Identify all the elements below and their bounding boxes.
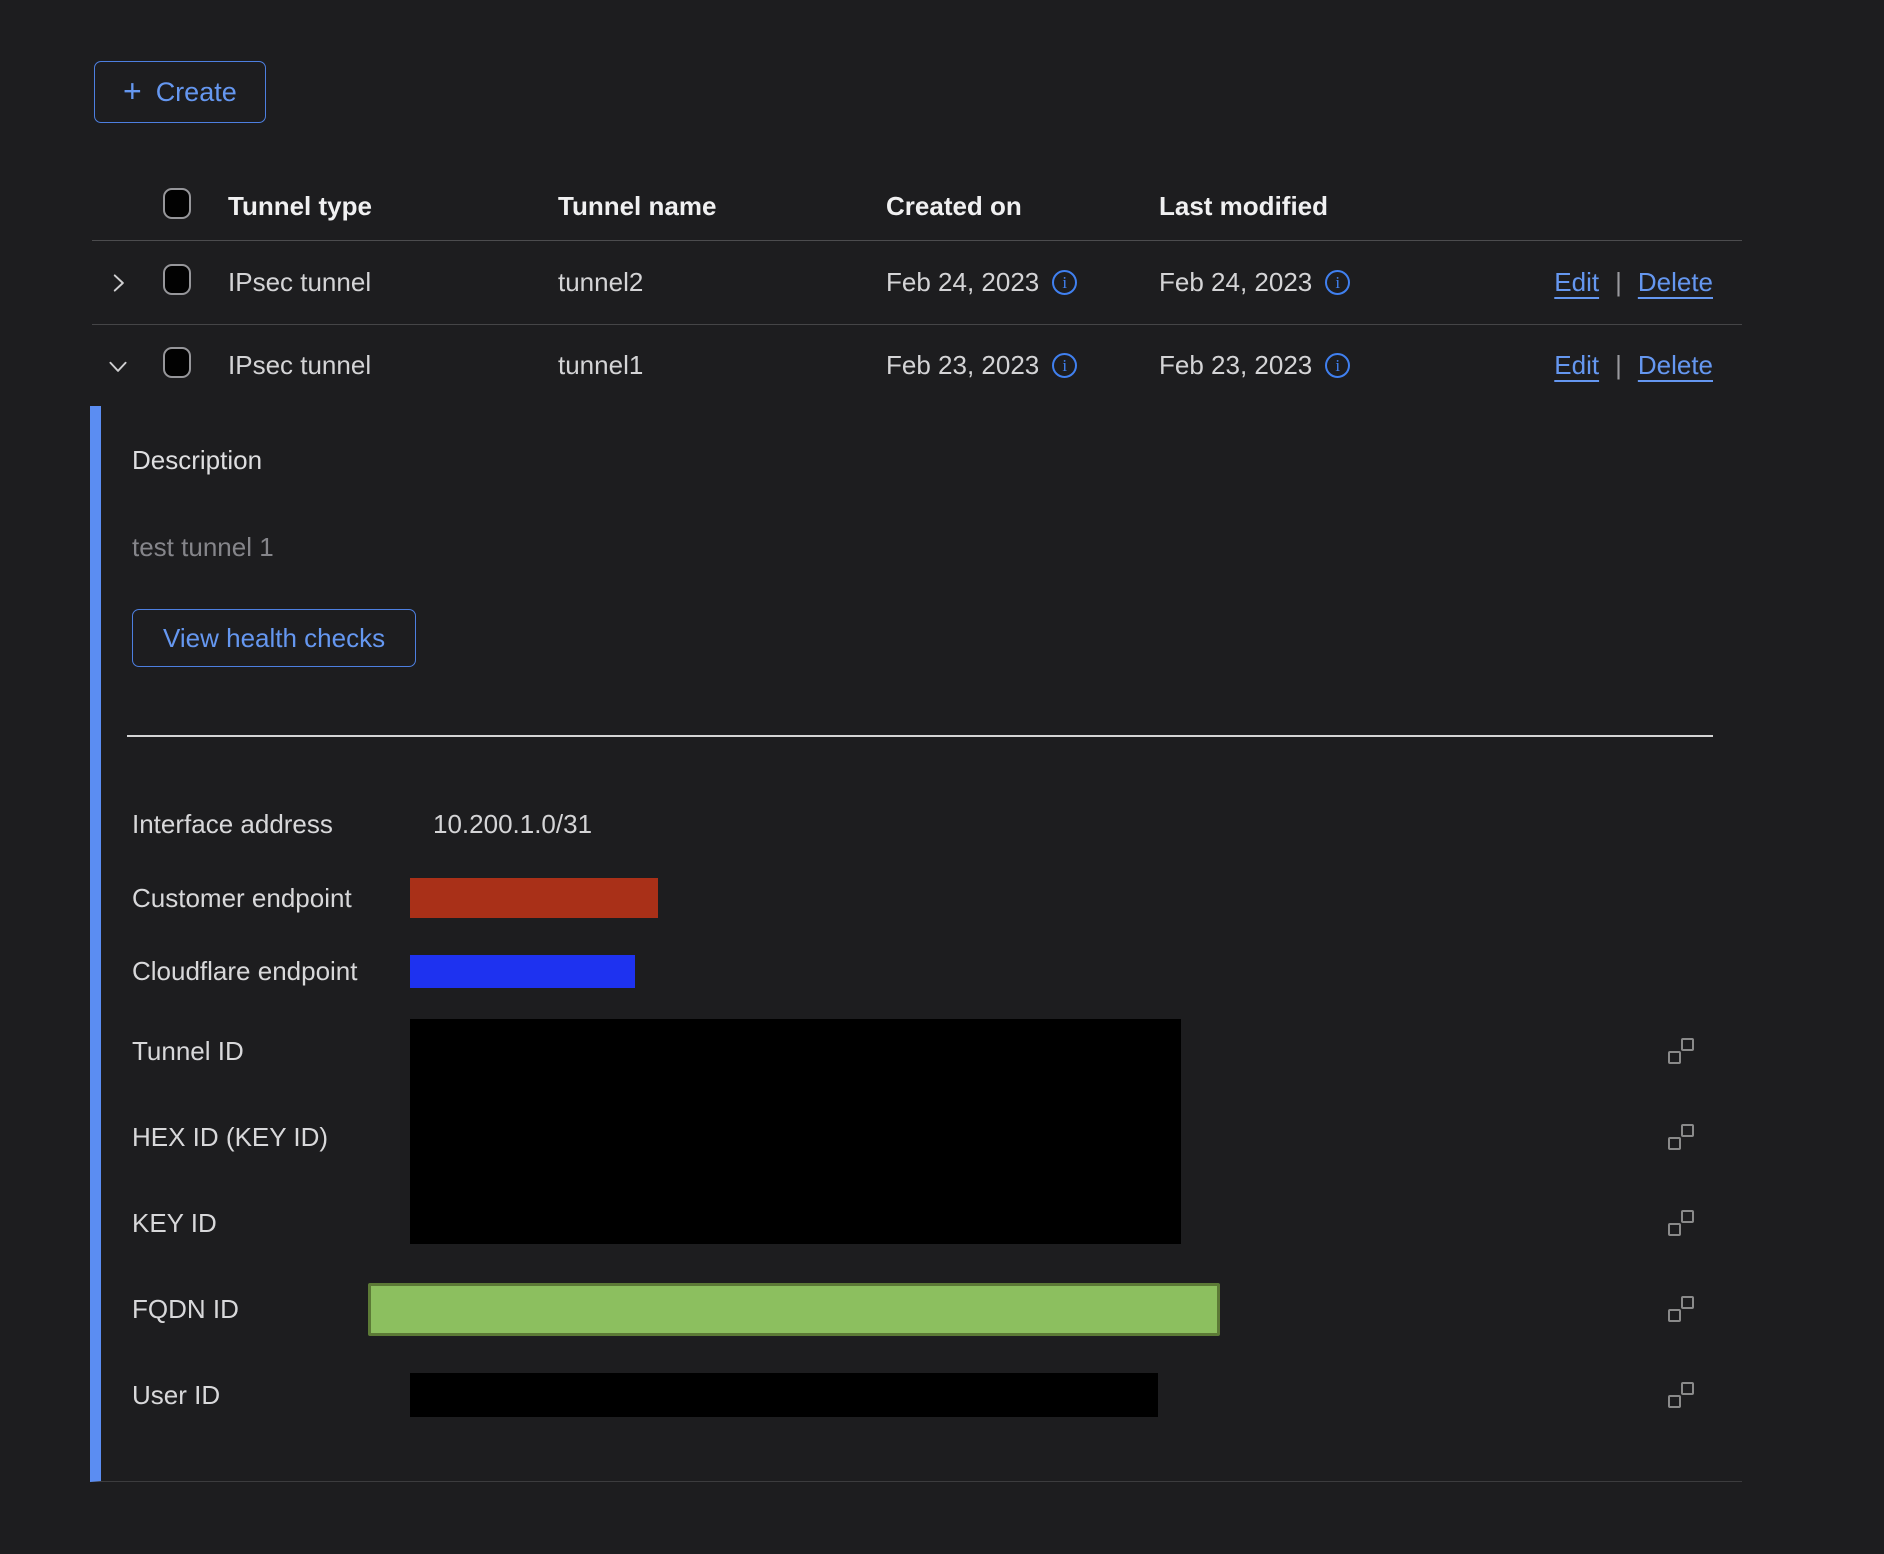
copy-icon[interactable] bbox=[1668, 1124, 1694, 1150]
plus-icon: + bbox=[123, 75, 142, 107]
view-health-checks-button[interactable]: View health checks bbox=[132, 609, 416, 667]
cell-tunnel-name: tunnel2 bbox=[558, 267, 886, 298]
description-text: test tunnel 1 bbox=[132, 532, 1742, 563]
info-icon[interactable]: i bbox=[1052, 353, 1077, 378]
field-label: Customer endpoint bbox=[132, 883, 410, 914]
action-separator: | bbox=[1615, 267, 1622, 298]
expand-row-button[interactable] bbox=[105, 270, 131, 296]
tunnels-table: Tunnel type Tunnel name Created on Last … bbox=[92, 173, 1742, 406]
table-row: IPsec tunnel tunnel1 Feb 23, 2023 i Feb … bbox=[92, 325, 1742, 406]
copy-icon[interactable] bbox=[1668, 1296, 1694, 1322]
redacted-user-id bbox=[410, 1373, 1158, 1417]
table-header-row: Tunnel type Tunnel name Created on Last … bbox=[92, 173, 1742, 241]
action-separator: | bbox=[1615, 350, 1622, 381]
select-all-checkbox[interactable] bbox=[163, 188, 191, 219]
cell-created-on: Feb 24, 2023 bbox=[886, 267, 1039, 298]
info-icon[interactable]: i bbox=[1325, 270, 1350, 295]
copy-icon[interactable] bbox=[1668, 1382, 1694, 1408]
field-label: KEY ID bbox=[132, 1208, 410, 1239]
field-row-key-id: KEY ID bbox=[132, 1180, 1742, 1266]
redacted-fqdn-id bbox=[368, 1283, 1220, 1336]
cell-tunnel-type: IPsec tunnel bbox=[228, 267, 558, 298]
column-header-created-on: Created on bbox=[886, 191, 1159, 222]
chevron-down-icon bbox=[105, 353, 131, 379]
field-label: Cloudflare endpoint bbox=[132, 956, 410, 987]
chevron-right-icon bbox=[105, 270, 131, 296]
row-checkbox[interactable] bbox=[163, 347, 191, 378]
edit-link[interactable]: Edit bbox=[1554, 350, 1599, 381]
delete-link[interactable]: Delete bbox=[1638, 267, 1713, 298]
copy-icon[interactable] bbox=[1668, 1210, 1694, 1236]
field-label: Tunnel ID bbox=[132, 1036, 410, 1067]
create-button-label: Create bbox=[156, 77, 237, 108]
cell-tunnel-type: IPsec tunnel bbox=[228, 350, 558, 381]
tunnel-detail-panel: Description test tunnel 1 View health ch… bbox=[90, 406, 1742, 1482]
field-label: User ID bbox=[132, 1380, 410, 1411]
row-checkbox[interactable] bbox=[163, 264, 191, 295]
copy-icon[interactable] bbox=[1668, 1038, 1694, 1064]
cell-last-modified: Feb 23, 2023 bbox=[1159, 350, 1312, 381]
cell-tunnel-name: tunnel1 bbox=[558, 350, 886, 381]
edit-link[interactable]: Edit bbox=[1554, 267, 1599, 298]
tunnel-fields: Interface address 10.200.1.0/31 Customer… bbox=[132, 737, 1742, 1438]
interface-address-value: 10.200.1.0/31 bbox=[433, 809, 592, 840]
info-icon[interactable]: i bbox=[1052, 270, 1077, 295]
field-row-user-id: User ID bbox=[132, 1352, 1742, 1438]
field-row-tunnel-id: Tunnel ID bbox=[132, 1008, 1742, 1094]
field-label: Interface address bbox=[132, 809, 410, 840]
collapse-row-button[interactable] bbox=[105, 353, 131, 379]
redacted-customer-endpoint bbox=[410, 878, 658, 918]
field-label: HEX ID (KEY ID) bbox=[132, 1122, 410, 1153]
table-row: IPsec tunnel tunnel2 Feb 24, 2023 i Feb … bbox=[92, 241, 1742, 325]
description-label: Description bbox=[132, 445, 1742, 476]
info-icon[interactable]: i bbox=[1325, 353, 1350, 378]
create-button[interactable]: + Create bbox=[94, 61, 266, 123]
column-header-last-modified: Last modified bbox=[1159, 191, 1441, 222]
field-row-interface-address: Interface address 10.200.1.0/31 bbox=[132, 787, 1742, 861]
field-row-hex-id: HEX ID (KEY ID) bbox=[132, 1094, 1742, 1180]
cell-created-on: Feb 23, 2023 bbox=[886, 350, 1039, 381]
column-header-tunnel-name: Tunnel name bbox=[558, 191, 886, 222]
field-row-cloudflare-endpoint: Cloudflare endpoint bbox=[132, 935, 1742, 1008]
field-row-customer-endpoint: Customer endpoint bbox=[132, 861, 1742, 935]
delete-link[interactable]: Delete bbox=[1638, 350, 1713, 381]
field-row-fqdn-id: FQDN ID bbox=[132, 1266, 1742, 1352]
cell-last-modified: Feb 24, 2023 bbox=[1159, 267, 1312, 298]
column-header-tunnel-type: Tunnel type bbox=[228, 191, 558, 222]
redacted-cloudflare-endpoint bbox=[410, 955, 635, 988]
